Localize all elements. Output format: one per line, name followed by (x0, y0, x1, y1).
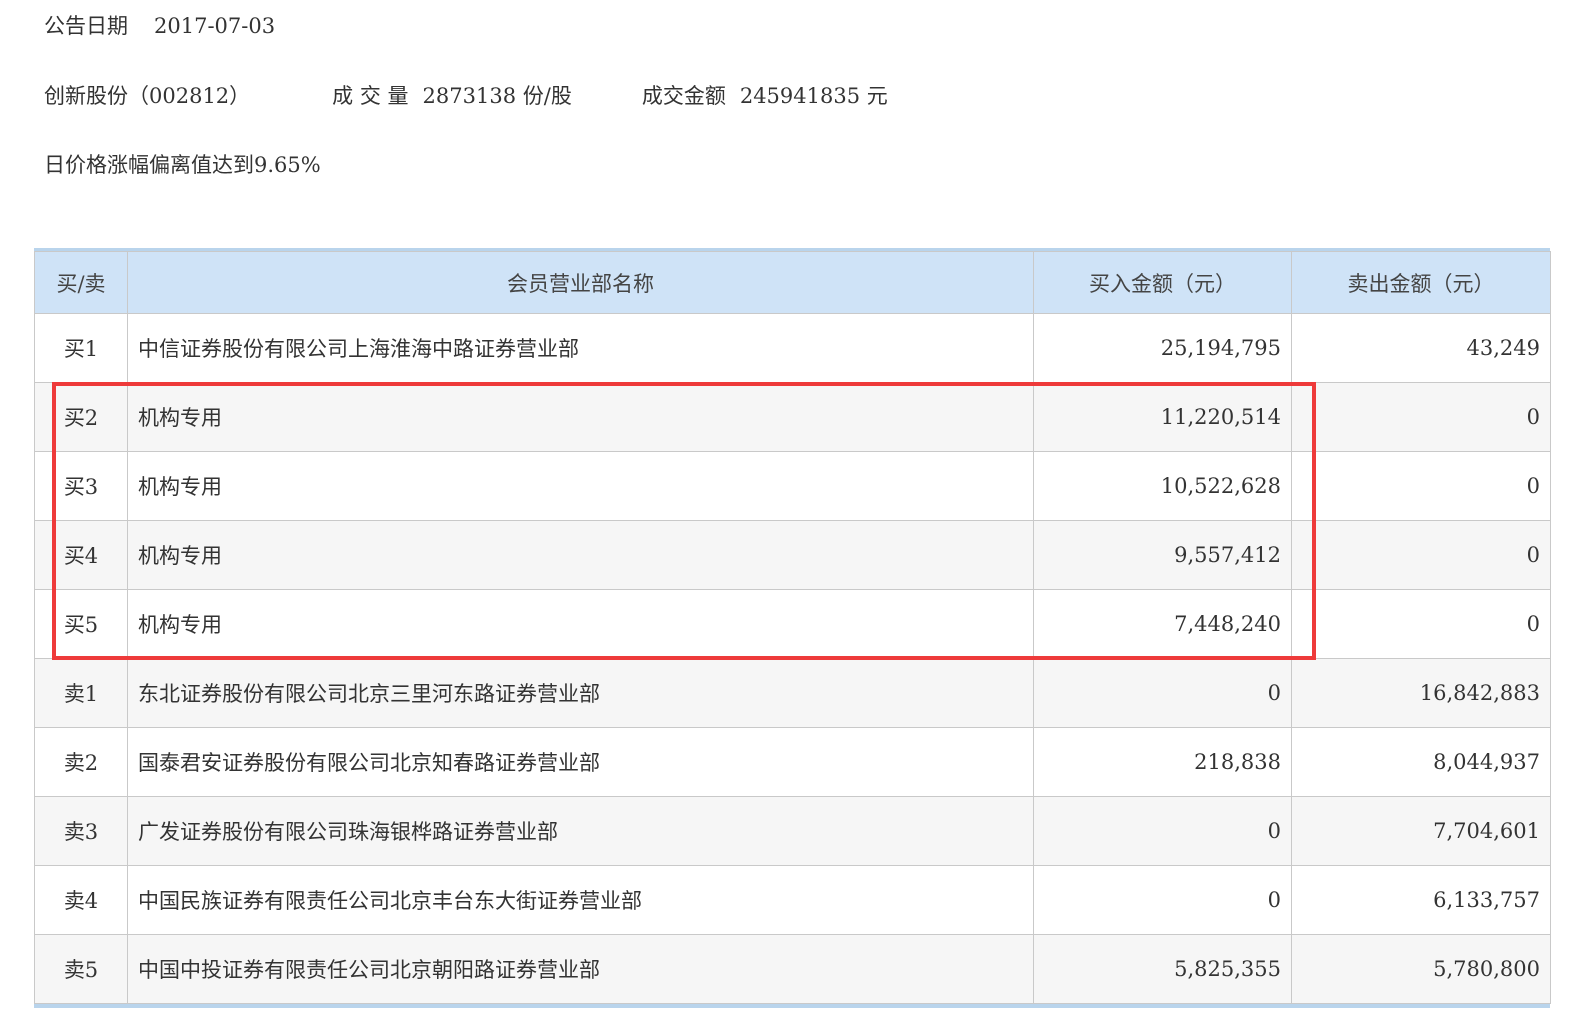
table-row: 买5 机构专用 7,448,240 0 (34, 589, 1551, 659)
row-member-name: 机构专用 (127, 589, 1034, 659)
row-buy-amount: 25,194,795 (1033, 313, 1292, 383)
row-sell-amount: 7,704,601 (1291, 796, 1551, 866)
row-buy-amount: 10,522,628 (1033, 451, 1292, 521)
row-buy-amount: 0 (1033, 865, 1292, 935)
row-buy-amount: 9,557,412 (1033, 520, 1292, 590)
row-buy-amount: 11,220,514 (1033, 382, 1292, 452)
row-side: 买2 (34, 382, 128, 452)
header-sell-amount: 卖出金额（元） (1291, 251, 1551, 314)
row-member-name: 东北证券股份有限公司北京三里河东路证券营业部 (127, 658, 1034, 728)
row-sell-amount: 0 (1291, 451, 1551, 521)
volume-value: 2873138 (422, 84, 517, 108)
table-row: 买3 机构专用 10,522,628 0 (34, 451, 1551, 521)
row-side: 买5 (34, 589, 128, 659)
row-member-name: 国泰君安证券股份有限公司北京知春路证券营业部 (127, 727, 1034, 797)
row-sell-amount: 8,044,937 (1291, 727, 1551, 797)
row-sell-amount: 0 (1291, 589, 1551, 659)
row-member-name: 中信证券股份有限公司上海淮海中路证券营业部 (127, 313, 1034, 383)
trading-table: 买/卖 会员营业部名称 买入金额（元） 卖出金额（元） 买1 中信证券股份有限公… (34, 251, 1551, 1004)
header-buy-amount: 买入金额（元） (1033, 251, 1292, 314)
row-sell-amount: 0 (1291, 520, 1551, 590)
row-buy-amount: 0 (1033, 796, 1292, 866)
table-row: 买4 机构专用 9,557,412 0 (34, 520, 1551, 590)
announcement-date-line: 公告日期 2017-07-03 (44, 12, 275, 40)
row-side: 买1 (34, 313, 128, 383)
row-member-name: 广发证券股份有限公司珠海银桦路证券营业部 (127, 796, 1034, 866)
header-side: 买/卖 (34, 251, 128, 314)
row-sell-amount: 5,780,800 (1291, 934, 1551, 1004)
trading-table-container: 买/卖 会员营业部名称 买入金额（元） 卖出金额（元） 买1 中信证券股份有限公… (34, 248, 1551, 1008)
table-row: 卖3 广发证券股份有限公司珠海银桦路证券营业部 0 7,704,601 (34, 796, 1551, 866)
row-buy-amount: 5,825,355 (1033, 934, 1292, 1004)
row-sell-amount: 0 (1291, 382, 1551, 452)
row-member-name: 中国中投证券有限责任公司北京朝阳路证券营业部 (127, 934, 1034, 1004)
header-member-name: 会员营业部名称 (127, 251, 1034, 314)
row-sell-amount: 16,842,883 (1291, 658, 1551, 728)
amount-value: 245941835 (739, 84, 861, 108)
row-member-name: 中国民族证券有限责任公司北京丰台东大街证券营业部 (127, 865, 1034, 935)
table-row: 买2 机构专用 11,220,514 0 (34, 382, 1551, 452)
row-side: 买4 (34, 520, 128, 590)
row-member-name: 机构专用 (127, 520, 1034, 590)
volume-label: 成 交 量 (332, 84, 409, 108)
listing-reason: 日价格涨幅偏离值达到9.65% (44, 153, 321, 177)
row-side: 卖5 (34, 934, 128, 1004)
row-sell-amount: 43,249 (1291, 313, 1551, 383)
table-row: 卖1 东北证券股份有限公司北京三里河东路证券营业部 0 16,842,883 (34, 658, 1551, 728)
row-side: 卖3 (34, 796, 128, 866)
stock-name-code: 创新股份（002812） (44, 84, 251, 108)
table-row: 卖5 中国中投证券有限责任公司北京朝阳路证券营业部 5,825,355 5,78… (34, 934, 1551, 1004)
amount-label: 成交金额 (641, 84, 726, 108)
announcement-date-value: 2017-07-03 (154, 14, 276, 38)
amount-unit: 元 (866, 84, 888, 108)
announcement-date-label: 公告日期 (44, 14, 128, 38)
row-buy-amount: 218,838 (1033, 727, 1292, 797)
row-side: 卖4 (34, 865, 128, 935)
row-member-name: 机构专用 (127, 451, 1034, 521)
row-buy-amount: 7,448,240 (1033, 589, 1292, 659)
table-row: 卖4 中国民族证券有限责任公司北京丰台东大街证券营业部 0 6,133,757 (34, 865, 1551, 935)
table-row: 卖2 国泰君安证券股份有限公司北京知春路证券营业部 218,838 8,044,… (34, 727, 1551, 797)
row-sell-amount: 6,133,757 (1291, 865, 1551, 935)
stock-summary-line: 创新股份（002812） 成 交 量 2873138 份/股 成交金额 24594183… (44, 82, 888, 110)
row-side: 买3 (34, 451, 128, 521)
row-buy-amount: 0 (1033, 658, 1292, 728)
row-member-name: 机构专用 (127, 382, 1034, 452)
volume-unit: 份/股 (522, 84, 572, 108)
row-side: 卖1 (34, 658, 128, 728)
table-header-row: 买/卖 会员营业部名称 买入金额（元） 卖出金额（元） (34, 251, 1551, 314)
table-row: 买1 中信证券股份有限公司上海淮海中路证券营业部 25,194,795 43,2… (34, 313, 1551, 383)
row-side: 卖2 (34, 727, 128, 797)
